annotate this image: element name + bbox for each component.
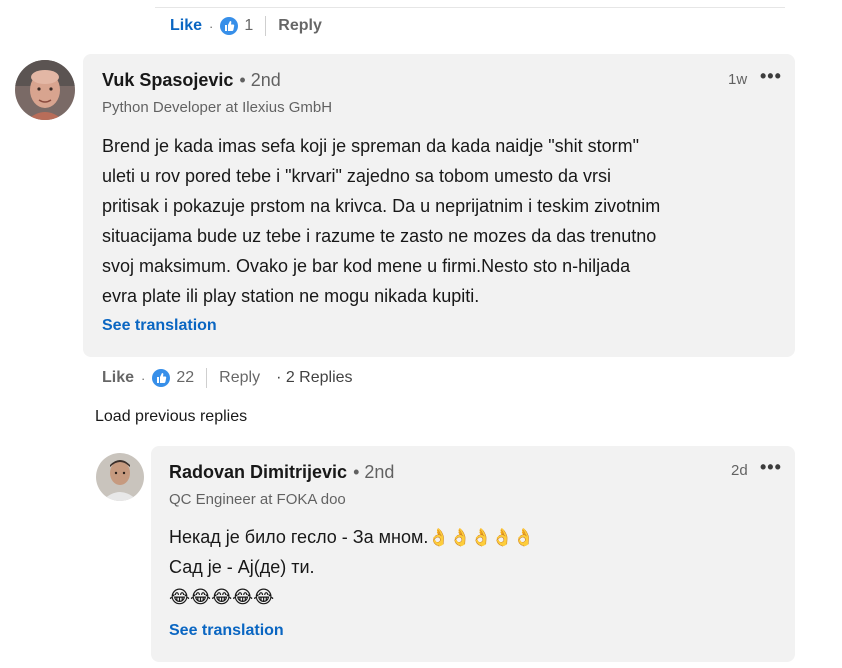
see-translation-link[interactable]: See translation	[102, 317, 217, 335]
ok-hand-emoji: 👌👌👌👌👌	[428, 528, 535, 547]
reply-line: Сад је - Ај(де) ти.	[169, 557, 315, 577]
comment-line: situacijama bude uz tebe i razume te zas…	[102, 226, 657, 246]
separator-dot: ·	[209, 18, 214, 34]
reply-timestamp: 2d	[731, 462, 748, 479]
comment-line: svoj maksimum. Ovako je bar kod mene u f…	[102, 256, 631, 276]
like-button[interactable]: Like	[102, 369, 134, 387]
replies-count[interactable]: · 2 Replies	[276, 369, 352, 387]
like-button[interactable]: Like	[170, 17, 202, 35]
comment-timestamp: 1w	[728, 71, 748, 88]
comment-line: evra plate ili play station ne mogu nika…	[102, 286, 480, 306]
top-divider	[155, 7, 785, 8]
author-name[interactable]: Radovan Dimitrijevic	[169, 462, 347, 483]
author-headline: QC Engineer at FOKA doo	[169, 491, 346, 508]
author-headline: Python Developer at Ilexius GmbH	[102, 99, 333, 116]
comment-author-line: Vuk Spasojevic • 2nd	[102, 70, 281, 91]
reply-button[interactable]: Reply	[219, 369, 260, 387]
avatar-radovan[interactable]	[96, 453, 144, 501]
avatar-vuk[interactable]	[15, 60, 75, 120]
reaction-count[interactable]: 22	[176, 369, 194, 387]
reply-author-line: Radovan Dimitrijevic • 2nd	[169, 462, 394, 483]
author-name[interactable]: Vuk Spasojevic	[102, 70, 233, 91]
reply-body: Некад је било гесло - За мном.👌👌👌👌👌 Сад …	[169, 522, 769, 612]
connection-degree: • 2nd	[353, 462, 395, 482]
reaction-count[interactable]: 1	[244, 17, 253, 35]
more-options-icon[interactable]: •••	[760, 66, 782, 87]
action-divider	[265, 16, 267, 36]
reply-line: Некад је било гесло - За мном.👌👌👌👌👌	[169, 522, 769, 552]
action-divider	[206, 368, 208, 388]
connection-degree: • 2nd	[239, 70, 281, 90]
like-reaction-icon[interactable]	[220, 17, 239, 35]
separator-dot: ·	[141, 370, 146, 386]
laughing-emoji-row: 😂😂😂😂😂	[169, 587, 275, 607]
see-translation-link[interactable]: See translation	[169, 622, 284, 640]
comment-body: Brend je kada imas sefa koji je spreman …	[102, 131, 782, 311]
comment-line: uleti u rov pored tebe i "krvari" zajedn…	[102, 166, 612, 186]
like-reaction-icon[interactable]	[152, 369, 171, 387]
comment-line: pritisak i pokazuje prstom na krivca. Da…	[102, 196, 661, 216]
reply-line-text: Некад је било гесло - За мном.	[169, 527, 429, 547]
comment-actions: Like · 22 Reply · 2 Replies	[102, 366, 353, 390]
comment-line: Brend je kada imas sefa koji je spreman …	[102, 136, 640, 156]
more-options-icon[interactable]: •••	[760, 457, 782, 478]
top-comment-actions: Like · 1 Reply	[170, 14, 322, 38]
reply-button[interactable]: Reply	[278, 17, 322, 35]
load-previous-replies[interactable]: Load previous replies	[95, 408, 247, 426]
